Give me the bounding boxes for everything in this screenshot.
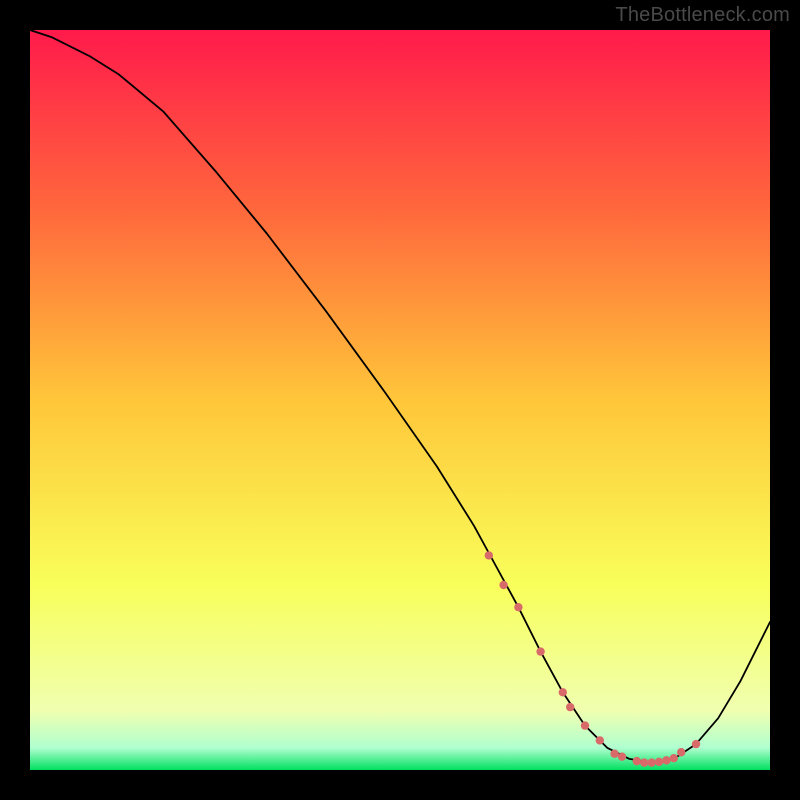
marker-dot — [581, 721, 589, 729]
marker-dot — [559, 688, 567, 696]
marker-dot — [647, 758, 655, 766]
marker-dot — [536, 647, 544, 655]
watermark-label: TheBottleneck.com — [615, 4, 790, 27]
marker-dot — [670, 754, 678, 762]
marker-dot — [640, 758, 648, 766]
marker-dot — [514, 603, 522, 611]
marker-dot — [655, 758, 663, 766]
marker-dot — [692, 740, 700, 748]
gradient-background — [30, 30, 770, 770]
chart-container: TheBottleneck.com — [0, 0, 800, 800]
chart-svg — [30, 30, 770, 770]
marker-dot — [677, 748, 685, 756]
marker-dot — [485, 551, 493, 559]
marker-dot — [633, 757, 641, 765]
marker-dot — [499, 581, 507, 589]
marker-dot — [596, 736, 604, 744]
plot-area — [30, 30, 770, 770]
marker-dot — [618, 752, 626, 760]
marker-dot — [662, 756, 670, 764]
marker-dot — [566, 703, 574, 711]
marker-dot — [610, 750, 618, 758]
